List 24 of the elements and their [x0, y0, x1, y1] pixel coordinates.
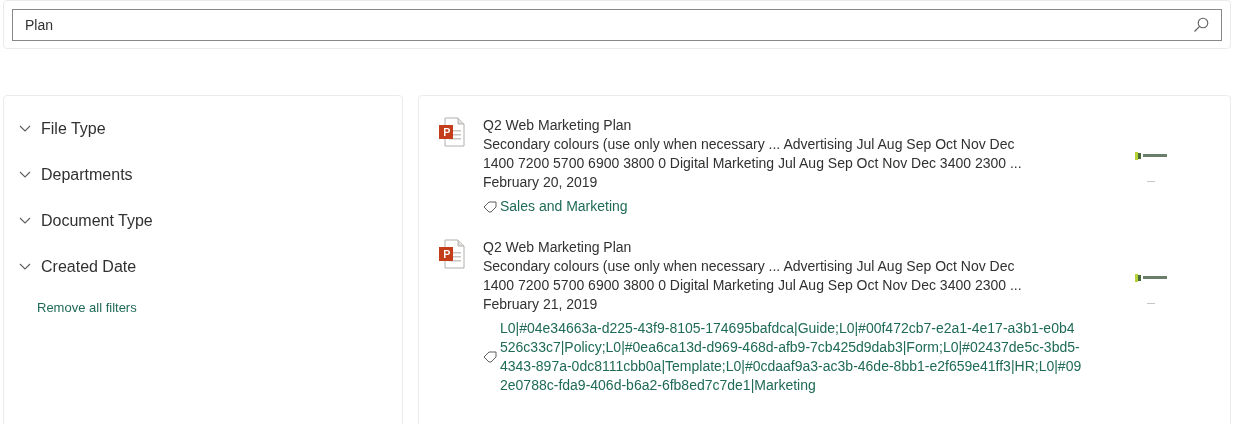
search-field[interactable]: Plan: [12, 9, 1222, 41]
chevron-icon: [19, 125, 31, 133]
result-date: February 20, 2019: [483, 173, 599, 192]
filter-section[interactable]: File Type: [19, 106, 402, 152]
filter-section[interactable]: Departments: [19, 152, 402, 198]
remove-filters-link[interactable]: Remove all filters: [37, 298, 402, 318]
result-tag[interactable]: Sales and Marketing: [500, 197, 1082, 216]
filter-section[interactable]: Document Type: [19, 198, 402, 244]
powerpoint-file-icon: [439, 239, 465, 269]
result-tag[interactable]: L0|#04e34663a-d225-43f9-8105-174695bafdca|Guide;L0|#00f472cb7-e2a1-4e17-a3b1-e0b4526c33c7|Policy;L0|#0ea6ca13d-d969-468d-afb9-7cb425d9dab3|Form;L0|#02437de5c-3bd5-4343-897a-0dc8111cbb0a|Template;L0|#0cdaaf9a3-ac3b-46de-8bb1-e2f659e41ff3|HR;L0|#092e0788c-fda9-406d-b6a2-6fb8ed7c7de1|Marketing: [500, 319, 1082, 395]
result-snippet: Secondary colours (use only when necessary ... Advertising Jul Aug Sep Oct Nov Dec 1400 7200 5700 6900 3800 0 Digital Marketing Jul Aug Sep Oct Nov Dec 3400 2300 ...: [483, 257, 1023, 295]
result-title[interactable]: Q2 Web Marketing Plan: [483, 238, 1083, 257]
filter-section[interactable]: Created Date: [19, 244, 402, 290]
result-title[interactable]: Q2 Web Marketing Plan: [483, 116, 1083, 135]
search-icon[interactable]: [1193, 17, 1209, 33]
tag-icon: [483, 351, 497, 363]
powerpoint-file-icon: [439, 117, 465, 147]
chevron-icon: [19, 171, 31, 179]
chevron-icon: [19, 217, 31, 225]
search-query: Plan: [25, 15, 55, 35]
result-snippet: Secondary colours (use only when necessary ... Advertising Jul Aug Sep Oct Nov Dec 1400 7200 5700 6900 3800 0 Digital Marketing Jul Aug Sep Oct Nov Dec 3400 2300 ...: [483, 135, 1023, 173]
chevron-icon: [19, 263, 31, 271]
result-date: February 21, 2019: [483, 295, 599, 314]
tag-icon: [483, 200, 497, 213]
